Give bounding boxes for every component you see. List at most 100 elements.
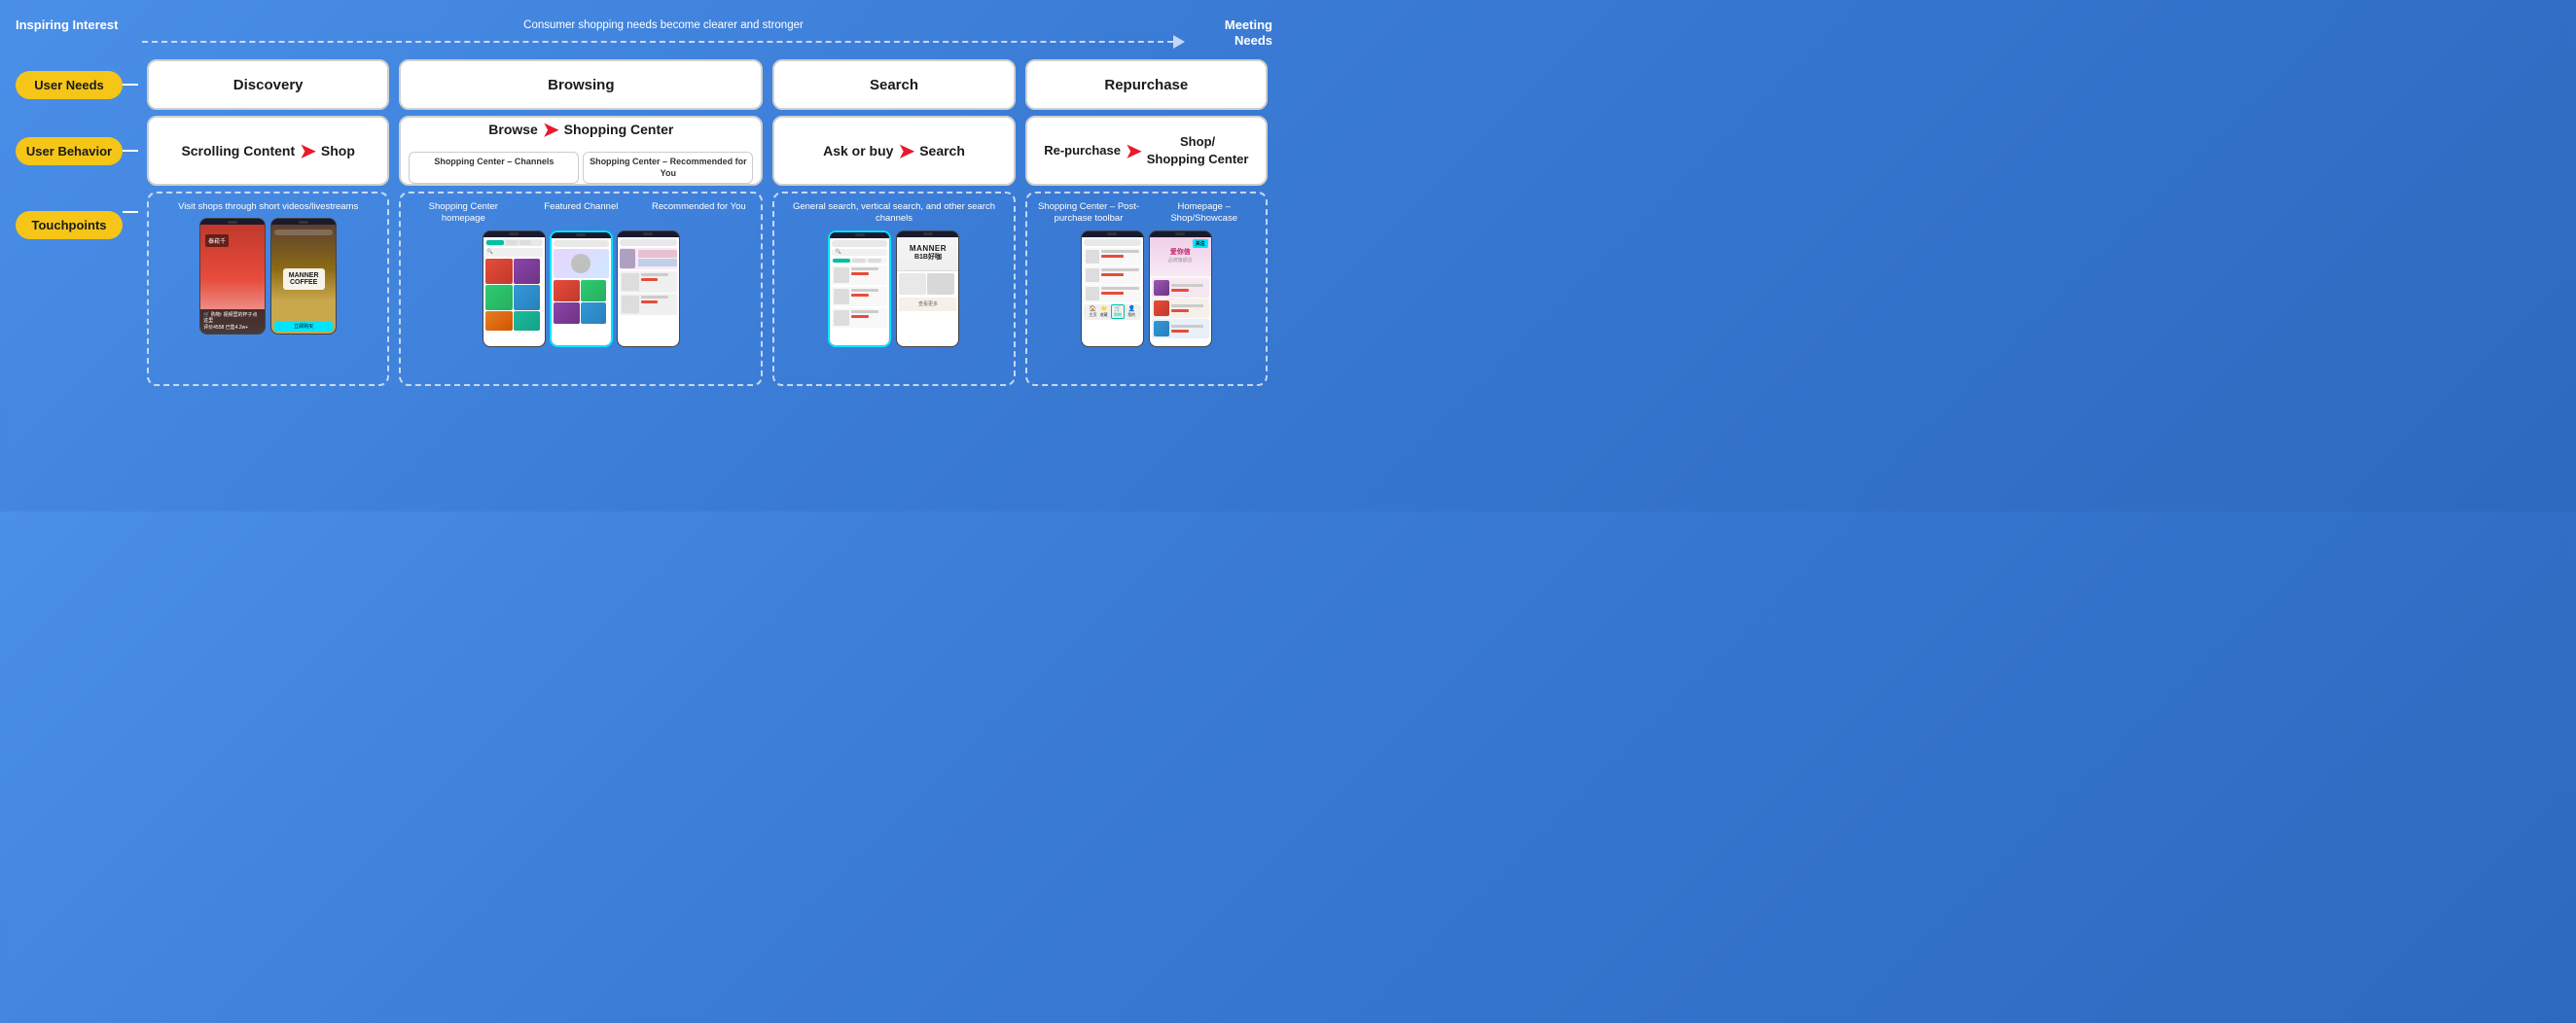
feed-bottom: 🛒 购物: 视频里的杯子点这里评价4558 已售4.2w+ xyxy=(200,309,265,335)
user-behavior-pill: User Behavior xyxy=(16,137,123,165)
browsing-tp-box: Shopping Center homepage Featured Channe… xyxy=(399,192,763,386)
discovery-col: Discovery xyxy=(142,59,394,110)
phone-screen-shop: 🔍 xyxy=(483,237,545,346)
repurchase-target-text1: Shop/ xyxy=(1180,134,1215,149)
coffee-bar xyxy=(274,229,333,235)
nav-bar-shop xyxy=(485,239,543,246)
loreal-text: 爱你信 xyxy=(1168,249,1193,257)
l1 xyxy=(641,273,668,276)
pp-l3 xyxy=(1101,268,1139,271)
sp2-l1 xyxy=(1171,304,1203,307)
ch-prod4 xyxy=(581,302,607,324)
filter-active xyxy=(833,259,850,263)
sr3 xyxy=(832,308,887,328)
user-needs-label-cell: User Needs xyxy=(16,59,142,110)
mp1 xyxy=(899,273,926,295)
discovery-behavior-target: Shop xyxy=(321,143,355,159)
connector-behavior xyxy=(123,150,138,152)
mp-cta-text: 查看更多 xyxy=(918,300,938,307)
discovery-phones: 🛒 购物: 视频里的杯子点这里评价4558 已售4.2w+ 泰菘千 xyxy=(155,218,381,376)
product-item2 xyxy=(514,259,541,284)
product-item5 xyxy=(485,311,513,331)
repurchase-tp-box: Shopping Center – Post-purchase toolbar … xyxy=(1025,192,1268,386)
repurchase-behavior-box: Re-purchase ➤ Shop/ Shopping Center xyxy=(1025,116,1268,186)
nav-tab-active xyxy=(486,240,504,245)
manner-hero: MANNER B1B好咖 xyxy=(897,237,958,271)
phone-screen-coffee: 立即购买 MANNERCOFFEE xyxy=(271,225,336,334)
repurchase-tp-labels: Shopping Center – Post-purchase toolbar … xyxy=(1033,201,1260,226)
pp-nav xyxy=(1084,239,1141,246)
browsing-behavior-box: Browse ➤ Shopping Center Shopping Center… xyxy=(399,116,763,186)
user-behavior-label-cell: User Behavior xyxy=(16,116,142,186)
dashed-arrow xyxy=(142,34,1185,50)
repurchase-target-text2: Shopping Center xyxy=(1147,152,1249,166)
mp-cta: 查看更多 xyxy=(899,298,956,311)
discovery-behavior-box: Scrolling Content ➤ Shop xyxy=(147,116,389,186)
showcase-products xyxy=(1150,276,1211,340)
l2 xyxy=(641,278,659,281)
coffee-logo: MANNERCOFFEE xyxy=(271,244,336,314)
repurchase-needs-box: Repurchase xyxy=(1025,59,1268,110)
rec-model xyxy=(620,249,635,268)
rec-banner xyxy=(620,248,677,269)
nav-bar-rec xyxy=(620,239,677,246)
rec-list xyxy=(620,271,677,315)
repurchase-target: Shop/ Shopping Center xyxy=(1147,133,1249,168)
phone-screen-postpurchase: 🏠主页 ⭐收藏 🛒购物 👤我的 xyxy=(1082,237,1143,346)
discovery-behavior-col: Scrolling Content ➤ Shop xyxy=(142,116,394,186)
pp-item1 xyxy=(1084,248,1141,265)
rec-item1-text xyxy=(641,273,675,291)
sp2-img xyxy=(1154,300,1169,316)
phone-homepage-showcase: 关注 爱你信 品牌旗舰店 xyxy=(1149,230,1212,347)
sp3-l1 xyxy=(1171,325,1203,328)
sr1 xyxy=(832,265,887,285)
sp1-img xyxy=(1154,280,1169,296)
pp-text2 xyxy=(1101,268,1139,282)
sp3-img xyxy=(1154,321,1169,336)
feed-text: 🛒 购物: 视频里的杯子点这里评价4558 已售4.2w+ xyxy=(203,312,262,332)
filter1 xyxy=(852,259,866,263)
pp-tool3: 👤我的 xyxy=(1127,305,1135,318)
browsing-behavior-main: Browse xyxy=(488,122,538,138)
browsing-sub2: Shopping Center – Recommended for You xyxy=(583,152,753,184)
search-label: Search xyxy=(870,77,918,93)
search-red-arrow: ➤ xyxy=(898,139,914,163)
touchpoints-label-cell: Touchpoints xyxy=(16,192,142,386)
product-item6 xyxy=(514,311,541,331)
browsing-behavior-target: Shopping Center xyxy=(564,122,674,138)
channel-products xyxy=(554,280,609,324)
channel-banner xyxy=(554,249,609,278)
pp-l2 xyxy=(1101,255,1124,258)
sr2-img xyxy=(834,289,849,304)
touchpoints-row: Touchpoints Visit shops through short vi… xyxy=(16,192,1272,386)
repurchase-behavior-col: Re-purchase ➤ Shop/ Shopping Center xyxy=(1020,116,1272,186)
sr2-text xyxy=(851,289,885,304)
rec-item1 xyxy=(620,271,677,293)
pp-text1 xyxy=(1101,250,1139,264)
sr2-l2 xyxy=(851,294,869,297)
manner-brand: MANNER B1B好咖 xyxy=(910,245,947,261)
search-bar-main: 🔍 xyxy=(832,249,887,256)
main-layout: User Needs Discovery Browsing xyxy=(16,59,1272,386)
progress-arrow: Consumer shopping needs become clearer a… xyxy=(142,18,1185,50)
sp1-l1 xyxy=(1171,284,1203,287)
pp-l1 xyxy=(1101,250,1139,253)
sp2-info xyxy=(1171,304,1207,312)
manner-logo-mini: MANNERCOFFEE xyxy=(283,268,325,290)
repurchase-tp-col: Shopping Center – Post-purchase toolbar … xyxy=(1020,192,1272,386)
meeting-label: Meeting Needs xyxy=(1185,18,1272,48)
sr1-l2 xyxy=(851,272,869,275)
user-needs-pill: User Needs xyxy=(16,71,123,99)
sr3-l1 xyxy=(851,310,878,313)
browsing-tp-col: Shopping Center homepage Featured Channe… xyxy=(394,192,768,386)
sr2 xyxy=(832,287,887,306)
buy-button[interactable]: 立即购买 xyxy=(274,321,333,332)
repurchase-red-arrow: ➤ xyxy=(1126,139,1142,163)
sp3-l2 xyxy=(1171,330,1190,333)
phone-shopping-home: 🔍 xyxy=(483,230,546,347)
browsing-label: Browsing xyxy=(548,77,614,93)
repurchase-behavior-main: Re-purchase xyxy=(1044,143,1121,159)
search-behavior-col: Ask or buy ➤ Search xyxy=(768,116,1020,186)
phone-screen-channel xyxy=(552,238,611,345)
repurchase-behav-inner: Re-purchase ➤ Shop/ Shopping Center xyxy=(1044,133,1248,168)
